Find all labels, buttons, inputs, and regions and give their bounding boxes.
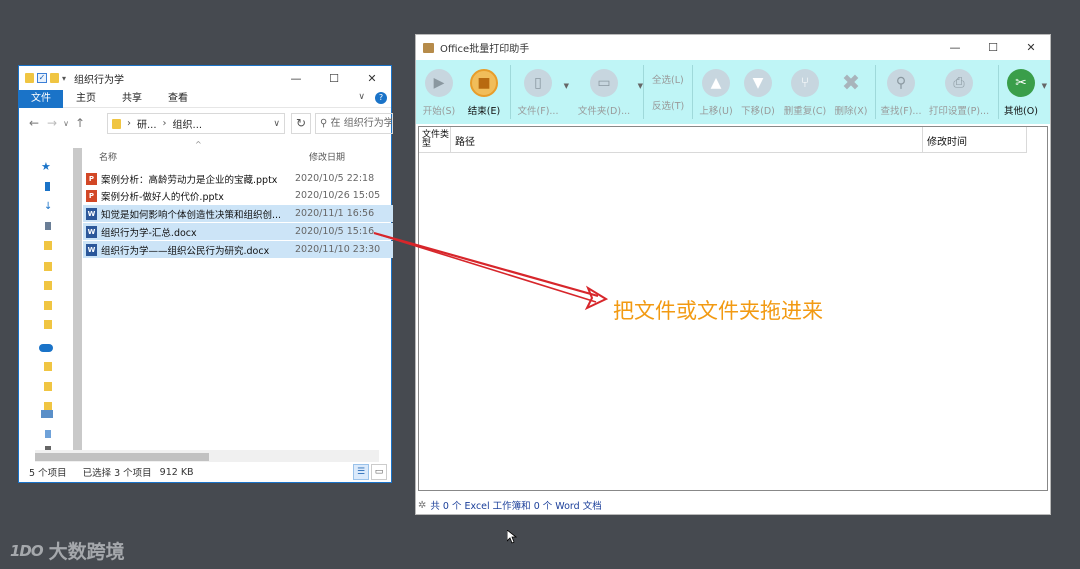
drag-arrow-line: [373, 231, 599, 298]
watermark-text: 大数跨境: [48, 541, 125, 563]
drag-arrow: [373, 231, 609, 311]
mouse-cursor-icon: [507, 530, 517, 544]
watermark-logo: 1DO: [10, 541, 44, 560]
drag-arrow-head: [584, 285, 609, 311]
watermark: 1DO 大数跨境: [10, 537, 125, 564]
drag-arrow-line: [373, 232, 597, 303]
